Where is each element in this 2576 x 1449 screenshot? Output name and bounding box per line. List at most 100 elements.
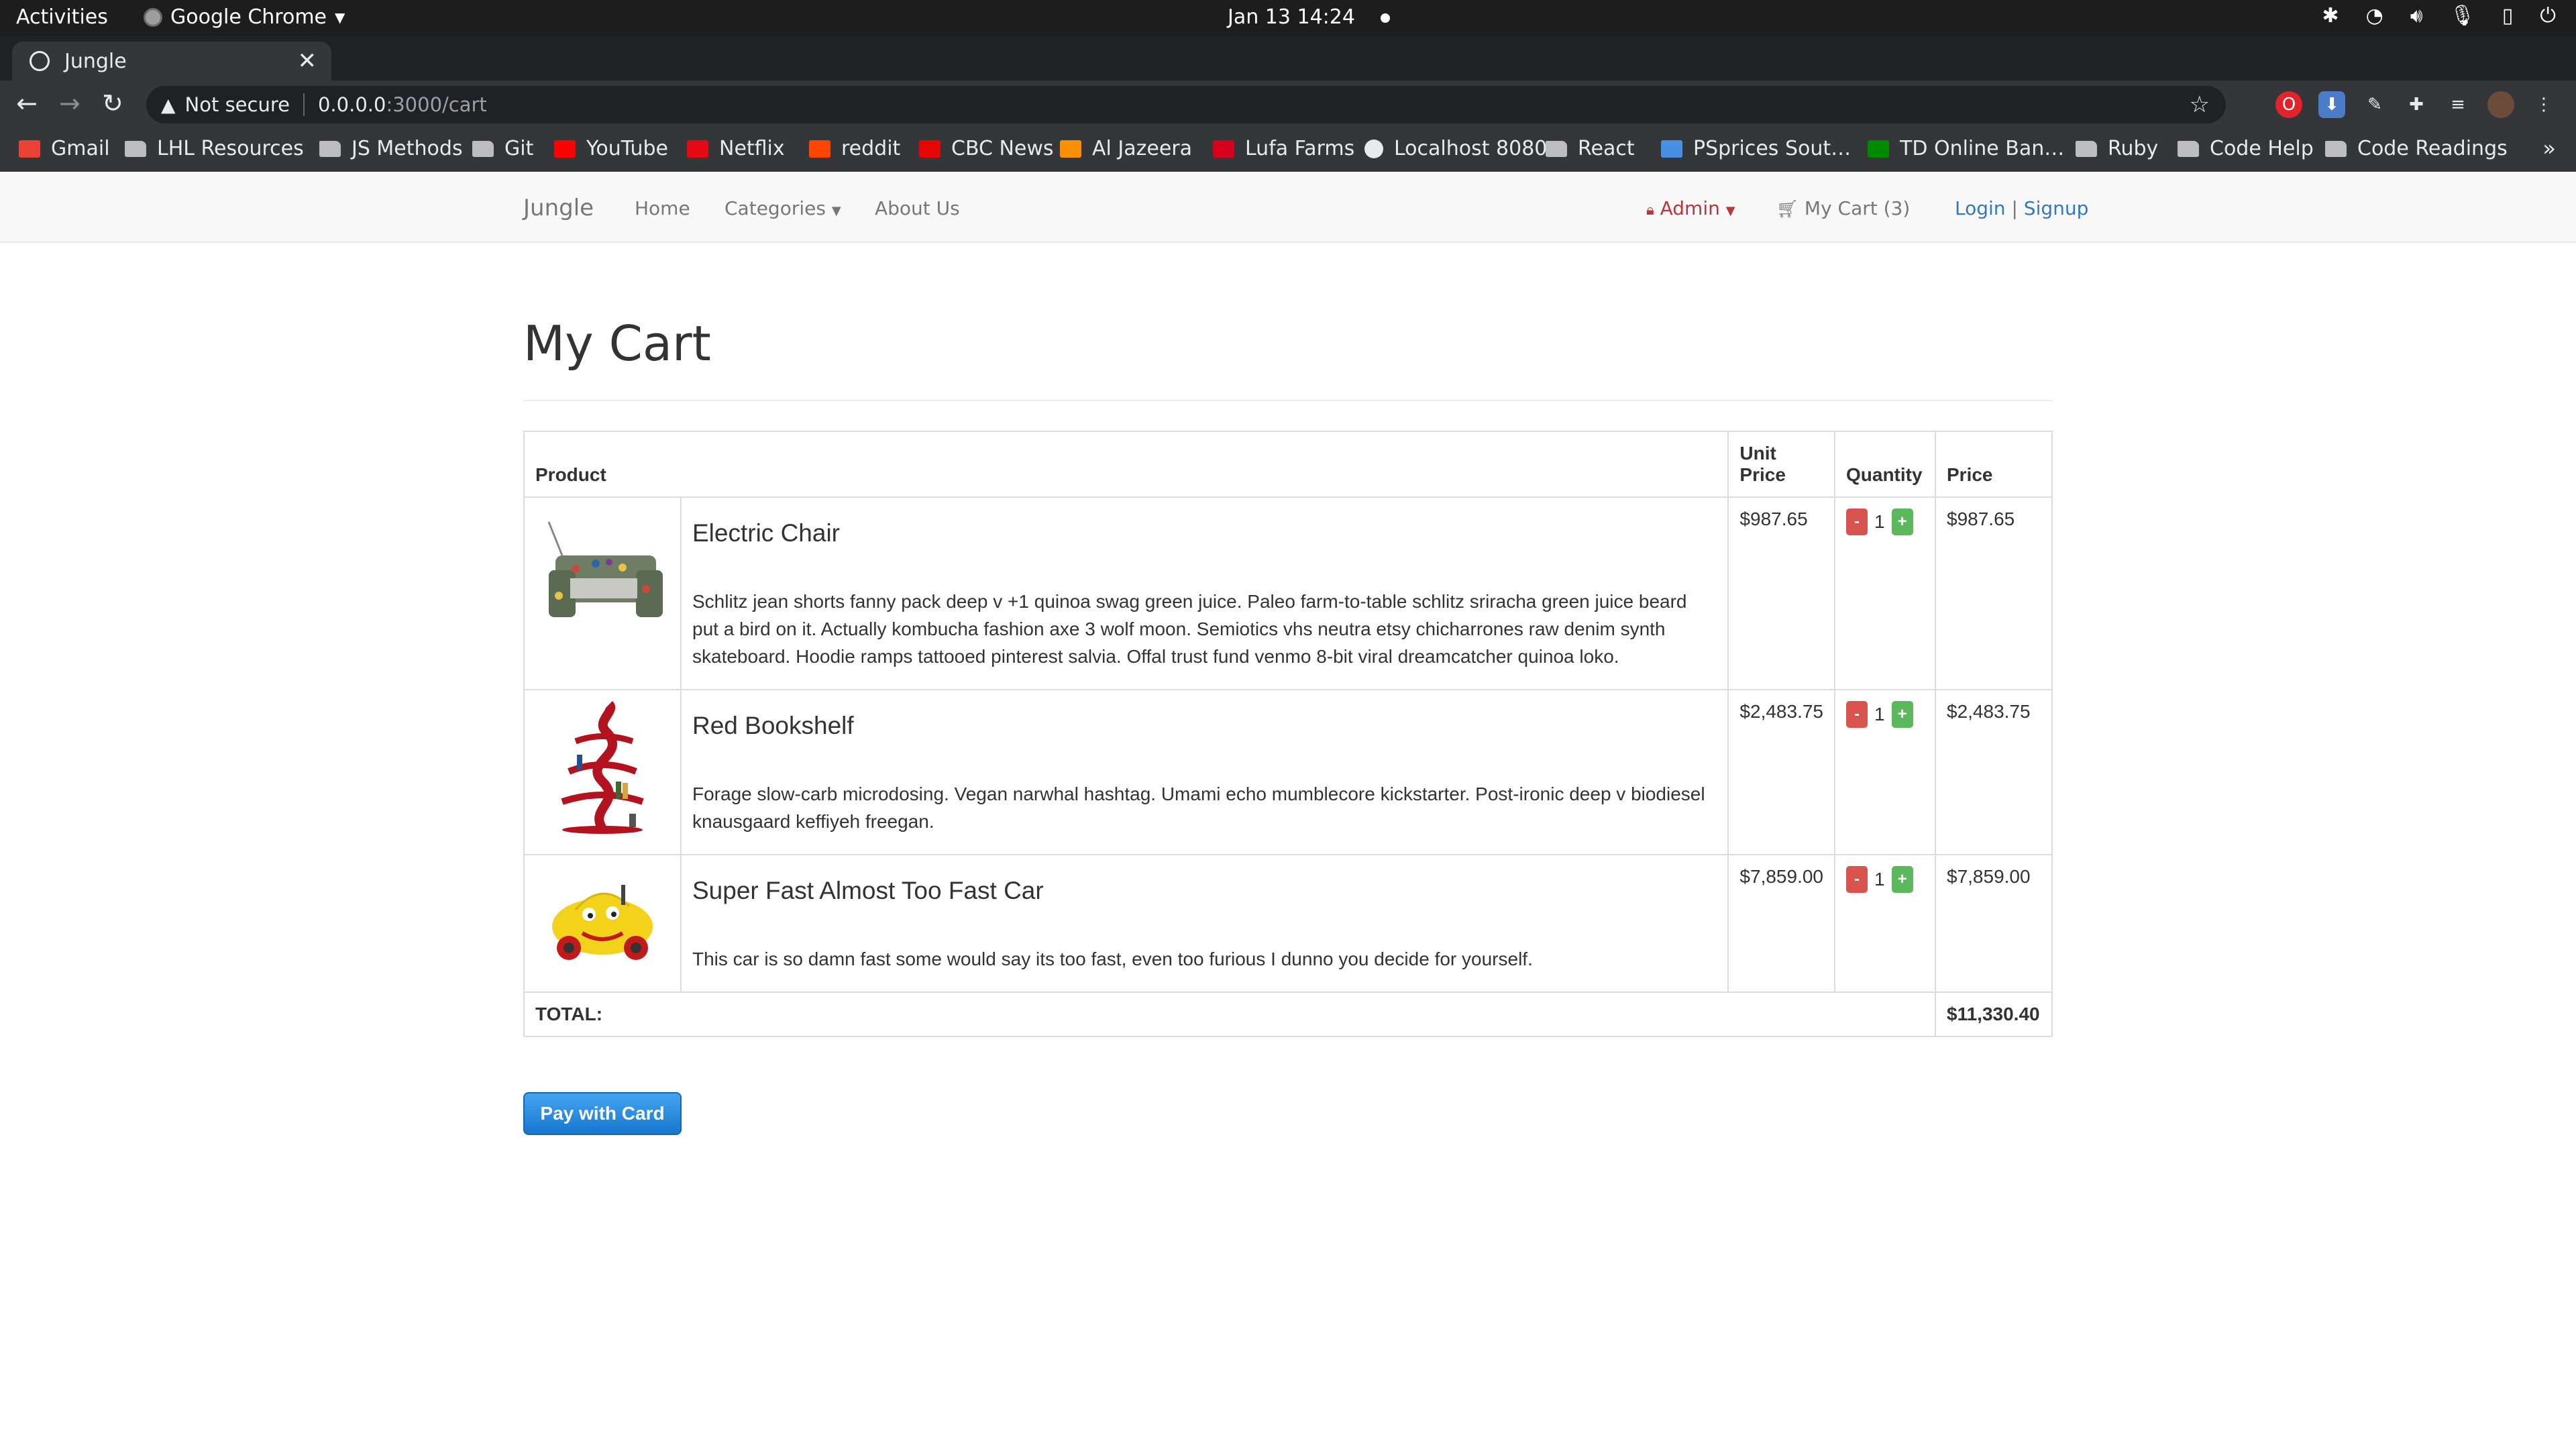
download-extension-icon[interactable]: ⬇ <box>2318 91 2345 118</box>
opera-extension-icon[interactable]: O <box>2275 91 2302 118</box>
address-bar[interactable]: ▲ Not secure 0.0.0.0:3000/cart ☆ <box>146 86 2226 123</box>
bookmark-item[interactable]: Gmail <box>19 137 110 160</box>
title-divider <box>523 400 2053 401</box>
nav-cart[interactable]: 🛒︎ My Cart (3) <box>1776 197 1910 219</box>
activities-button[interactable]: Activities <box>16 5 108 29</box>
nav-categories[interactable]: Categories ▼ <box>724 197 841 219</box>
volume-icon[interactable]: 🔊︎ <box>2410 4 2423 28</box>
chrome-menu-icon[interactable]: ⋮ <box>2530 91 2557 118</box>
wifi-icon[interactable]: ◔ <box>2366 4 2383 28</box>
td-icon <box>1868 140 1889 158</box>
decrease-quantity-button[interactable]: - <box>1846 508 1868 535</box>
bookmark-item[interactable]: Lufa Farms <box>1213 137 1354 160</box>
nav-admin[interactable]: 🔒︎ Admin ▼ <box>1646 197 1735 219</box>
profile-avatar[interactable] <box>2487 91 2514 118</box>
bookmark-item[interactable]: Localhost 8080 <box>1364 137 1547 160</box>
reload-icon[interactable]: ↻ <box>102 89 123 118</box>
aljazeera-icon <box>1060 140 1081 158</box>
browser-toolbar: ← → ↻ ▲ Not secure 0.0.0.0:3000/cart ☆ O… <box>0 80 2576 129</box>
bookmark-label: Netflix <box>719 137 785 160</box>
bookmark-label: Ruby <box>2108 137 2159 160</box>
header-price: Price <box>1935 431 2053 498</box>
close-tab-icon[interactable]: ✕ <box>298 48 317 74</box>
product-image-cell <box>523 496 682 690</box>
bookmark-item[interactable]: TD Online Ban… <box>1868 137 2064 160</box>
bookmark-item[interactable]: Ruby <box>2076 137 2158 160</box>
bookmark-item[interactable]: CBC News <box>919 137 1054 160</box>
microphone-icon[interactable]: 🎙︎ <box>2450 4 2475 28</box>
bookmark-item[interactable]: Code Help <box>2178 137 2314 160</box>
header-quantity: Quantity <box>1834 431 1936 498</box>
extensions-puzzle-icon[interactable]: ✚ <box>2403 91 2430 118</box>
tab-title: Jungle <box>64 49 127 73</box>
bookmark-item[interactable]: PSprices Sout… <box>1661 137 1851 160</box>
product-image-cell <box>523 854 682 993</box>
bookmark-item[interactable]: reddit <box>809 137 900 160</box>
cart-icon: 🛒︎ <box>1776 199 1799 219</box>
nav-cart-label: My Cart (3) <box>1804 197 1911 219</box>
netflix-icon <box>687 140 708 158</box>
power-icon[interactable]: ⏻ <box>2540 4 2556 28</box>
clock[interactable]: Jan 13 14:24 <box>1228 5 1390 29</box>
bookmark-label: reddit <box>841 137 901 160</box>
bookmark-item[interactable]: YouTube <box>554 137 668 160</box>
security-label[interactable]: Not secure <box>185 93 290 116</box>
media-queue-icon[interactable]: ≡ <box>2445 91 2471 118</box>
bookmark-label: Git <box>504 137 534 160</box>
folder-icon <box>2325 140 2347 157</box>
bookmark-item[interactable]: React <box>1546 137 1635 160</box>
bookmark-item[interactable]: JS Methods <box>319 137 463 160</box>
total-row: TOTAL: $11,330.40 <box>523 991 2053 1037</box>
table-header-row: Product Unit Price Quantity Price <box>523 431 2053 498</box>
url-path: :3000/cart <box>386 93 487 116</box>
cbc-icon <box>919 140 941 158</box>
login-link[interactable]: Login <box>1955 197 2006 219</box>
url-host: 0.0.0.0 <box>317 93 386 116</box>
forward-icon[interactable]: → <box>59 89 80 118</box>
folder-icon <box>319 140 341 157</box>
pay-with-card-button[interactable]: Pay with Card <box>523 1092 682 1135</box>
increase-quantity-button[interactable]: + <box>1891 866 1913 893</box>
decrease-quantity-button[interactable]: - <box>1846 866 1868 893</box>
more-bookmarks-icon[interactable]: » <box>2542 136 2556 161</box>
table-row: Super Fast Almost Too Fast Car This car … <box>523 854 2053 993</box>
nav-auth: Login | Signup <box>1955 197 2088 219</box>
bookmark-item[interactable]: LHL Resources <box>125 137 304 160</box>
eyedropper-extension-icon[interactable]: ✎ <box>2361 91 2388 118</box>
system-tray[interactable]: ✱ ◔ 🔊︎ 🎙︎ ▯ ⏻ <box>2322 4 2556 28</box>
decrease-quantity-button[interactable]: - <box>1846 701 1868 728</box>
bookmark-label: React <box>1578 137 1635 160</box>
bookmark-item[interactable]: Al Jazeera <box>1060 137 1192 160</box>
tab-jungle[interactable]: Jungle ✕ <box>12 42 331 80</box>
bookmark-item[interactable]: Git <box>472 137 533 160</box>
bookmark-star-icon[interactable]: ☆ <box>2190 91 2210 118</box>
slack-icon[interactable]: ✱ <box>2322 4 2339 28</box>
globe-icon <box>30 51 50 71</box>
globe-icon <box>1364 139 1383 158</box>
nav-about[interactable]: About Us <box>875 197 960 219</box>
warning-icon[interactable]: ▲ <box>161 94 176 116</box>
bookmark-item[interactable]: Netflix <box>687 137 785 160</box>
omnibox-divider <box>303 93 305 116</box>
phone-icon[interactable]: ▯ <box>2502 4 2514 28</box>
quantity-value: 1 <box>1874 869 1885 890</box>
product-description: This car is so damn fast some would say … <box>692 949 1533 969</box>
bookmark-label: TD Online Ban… <box>1900 137 2065 160</box>
quantity-cell: - 1 + <box>1834 496 1936 690</box>
bookmark-item[interactable]: Code Readings <box>2325 137 2508 160</box>
back-icon[interactable]: ← <box>16 89 38 118</box>
bookmark-label: PSprices Sout… <box>1693 137 1851 160</box>
quantity-value: 1 <box>1874 704 1885 724</box>
folder-icon <box>2076 140 2097 157</box>
app-menu[interactable]: Google Chrome ▼ <box>144 5 345 29</box>
site-brand[interactable]: Jungle <box>523 195 594 221</box>
red-bookshelf-image <box>535 701 669 835</box>
nav-home[interactable]: Home <box>635 197 690 219</box>
clock-label: Jan 13 14:24 <box>1228 5 1355 29</box>
increase-quantity-button[interactable]: + <box>1891 508 1913 535</box>
page-title: My Cart <box>523 315 711 372</box>
reddit-icon <box>809 140 830 158</box>
signup-link[interactable]: Signup <box>2024 197 2089 219</box>
unit-price-cell: $987.65 <box>1727 496 1835 690</box>
increase-quantity-button[interactable]: + <box>1891 701 1913 728</box>
